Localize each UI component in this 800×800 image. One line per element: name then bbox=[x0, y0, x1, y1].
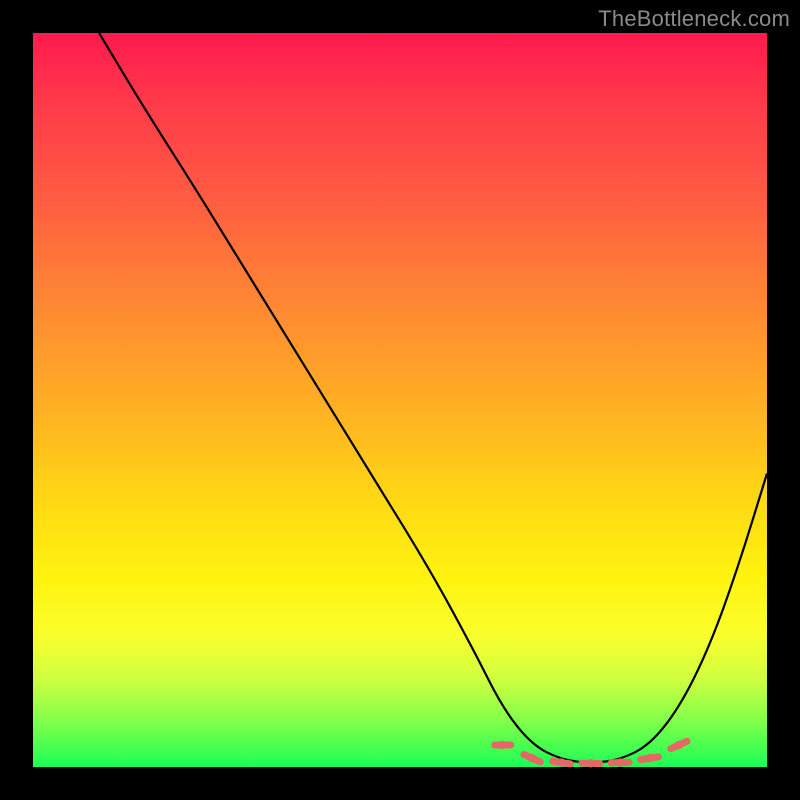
highlight-region bbox=[495, 741, 687, 768]
watermark-text: TheBottleneck.com bbox=[598, 6, 790, 32]
highlight-dot bbox=[557, 758, 565, 766]
plot-area bbox=[33, 33, 767, 767]
highlight-dot bbox=[645, 754, 653, 762]
highlight-dot bbox=[675, 741, 683, 749]
highlight-dot bbox=[499, 741, 507, 749]
highlight-dot bbox=[616, 758, 624, 766]
curve-svg bbox=[33, 33, 767, 767]
bottleneck-curve bbox=[99, 33, 767, 762]
highlight-dot bbox=[587, 759, 595, 767]
highlight-dot bbox=[528, 754, 536, 762]
chart-frame: TheBottleneck.com bbox=[0, 0, 800, 800]
